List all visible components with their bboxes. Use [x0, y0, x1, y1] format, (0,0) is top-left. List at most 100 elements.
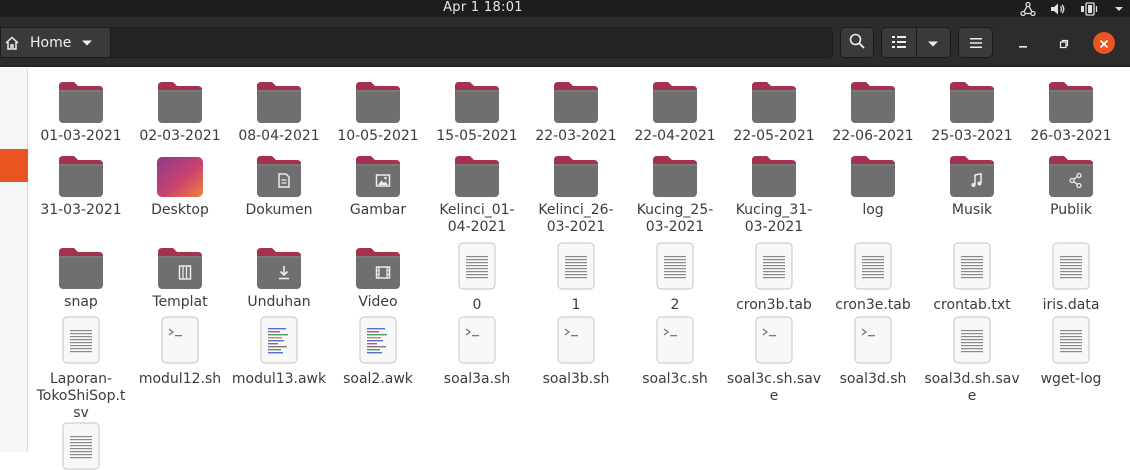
- item-label: 22-03-2021: [535, 128, 617, 144]
- file-item[interactable]: soal3d.sh: [825, 314, 921, 388]
- item-label: Kucing_25-03-2021: [636, 202, 714, 235]
- folder-item[interactable]: Publik: [1023, 148, 1119, 219]
- folder-item[interactable]: Kucing_25-03-2021: [627, 148, 723, 236]
- item-label: soal2.awk: [343, 371, 413, 387]
- folder-item[interactable]: Kelinci_26-03-2021: [528, 148, 624, 236]
- file-item[interactable]: modul12.sh: [132, 314, 228, 388]
- folder-item[interactable]: Musik: [924, 148, 1020, 219]
- file-item[interactable]: modul13.awk: [231, 314, 327, 388]
- item-label: 22-04-2021: [634, 128, 716, 144]
- folder-item[interactable]: 08-04-2021: [231, 74, 327, 145]
- folder-item[interactable]: Desktop: [132, 148, 228, 219]
- folder-item[interactable]: 26-03-2021: [1023, 74, 1119, 145]
- public-folder-icon: [1023, 148, 1119, 198]
- folder-item[interactable]: log: [825, 148, 921, 219]
- text-file-icon: [924, 240, 1020, 290]
- folder-icon: [627, 148, 723, 198]
- folder-icon: [1023, 74, 1119, 124]
- file-grid: 01-03-2021 02-03-2021 08-04-2021 10-05-2021…: [0, 0, 1130, 470]
- file-item[interactable]: 0: [429, 240, 525, 314]
- file-item[interactable]: cron3b.tab: [726, 240, 822, 314]
- file-item[interactable]: cron3e.tab: [825, 240, 921, 314]
- shell-script-icon: [627, 314, 723, 364]
- item-label: log: [862, 202, 884, 218]
- item-label: soal3c.sh.save: [726, 371, 822, 404]
- folder-item[interactable]: Templat: [132, 240, 228, 311]
- folder-item[interactable]: Kelinci_01-04-2021: [429, 148, 525, 236]
- folder-icon: [33, 148, 129, 198]
- text-file-icon: [825, 240, 921, 290]
- item-label: 2: [670, 297, 680, 313]
- item-label: 31-03-2021: [40, 202, 122, 218]
- item-label: 02-03-2021: [139, 128, 221, 144]
- text-file-icon: [33, 420, 129, 470]
- folder-item[interactable]: 01-03-2021: [33, 74, 129, 145]
- folder-item[interactable]: Gambar: [330, 148, 426, 219]
- item-label: 01-03-2021: [40, 128, 122, 144]
- file-item[interactable]: soal3d.sh.save: [924, 314, 1020, 405]
- item-label: soal3c.sh: [642, 371, 708, 387]
- folder-item[interactable]: 22-04-2021: [627, 74, 723, 145]
- file-item[interactable]: soal3c.sh.save: [726, 314, 822, 405]
- item-label: Templat: [152, 294, 208, 310]
- file-item[interactable]: soal3c.sh: [627, 314, 723, 388]
- item-label: Desktop: [151, 202, 209, 218]
- text-file-icon: [429, 240, 525, 290]
- item-label: Publik: [1050, 202, 1092, 218]
- item-label: 1: [571, 297, 581, 313]
- item-label: modul12.sh: [138, 371, 222, 387]
- item-label: 10-05-2021: [337, 128, 419, 144]
- folder-icon: [132, 74, 228, 124]
- file-item[interactable]: soal3b.sh: [528, 314, 624, 388]
- item-label: 08-04-2021: [238, 128, 320, 144]
- folder-item[interactable]: 25-03-2021: [924, 74, 1020, 145]
- item-label: snap: [64, 294, 98, 310]
- item-label: crontab.txt: [933, 297, 1011, 313]
- file-item[interactable]: crontab.txt: [924, 240, 1020, 314]
- folder-item[interactable]: Unduhan: [231, 240, 327, 311]
- shell-script-icon: [825, 314, 921, 364]
- folder-icon: [429, 74, 525, 124]
- folder-icon: [33, 74, 129, 124]
- folder-item[interactable]: 22-05-2021: [726, 74, 822, 145]
- item-label: 22-06-2021: [832, 128, 914, 144]
- text-file-icon: [627, 240, 723, 290]
- folder-item[interactable]: Dokumen: [231, 148, 327, 219]
- file-item[interactable]: [33, 420, 129, 470]
- folder-icon: [627, 74, 723, 124]
- folder-item[interactable]: 02-03-2021: [132, 74, 228, 145]
- folder-icon: [33, 240, 129, 290]
- item-label: Video: [358, 294, 398, 310]
- file-item[interactable]: soal2.awk: [330, 314, 426, 388]
- text-file-icon: [1023, 314, 1119, 364]
- music-folder-icon: [924, 148, 1020, 198]
- file-item[interactable]: soal3a.sh: [429, 314, 525, 388]
- item-label: 0: [472, 297, 482, 313]
- item-label: 22-05-2021: [733, 128, 815, 144]
- file-item[interactable]: iris.data: [1023, 240, 1119, 314]
- folder-item[interactable]: 15-05-2021: [429, 74, 525, 145]
- folder-icon: [825, 74, 921, 124]
- text-file-icon: [924, 314, 1020, 364]
- folder-item[interactable]: 22-06-2021: [825, 74, 921, 145]
- file-item[interactable]: 2: [627, 240, 723, 314]
- file-item[interactable]: Laporan-TokoShiSop.tsv: [33, 314, 129, 422]
- item-label: iris.data: [1042, 297, 1100, 313]
- item-label: Kelinci_01-04-2021: [439, 202, 515, 235]
- folder-icon: [330, 74, 426, 124]
- folder-item[interactable]: snap: [33, 240, 129, 311]
- item-label: Gambar: [349, 202, 407, 218]
- desktop-folder-icon: [132, 148, 228, 198]
- folder-item[interactable]: 10-05-2021: [330, 74, 426, 145]
- item-label: soal3d.sh.save: [924, 371, 1020, 404]
- folder-item[interactable]: 22-03-2021: [528, 74, 624, 145]
- folder-item[interactable]: Kucing_31-03-2021: [726, 148, 822, 236]
- file-item[interactable]: 1: [528, 240, 624, 314]
- folder-icon: [528, 74, 624, 124]
- folder-item[interactable]: Video: [330, 240, 426, 311]
- folder-item[interactable]: 31-03-2021: [33, 148, 129, 219]
- item-label: wget-log: [1040, 371, 1102, 387]
- templates-folder-icon: [132, 240, 228, 290]
- file-item[interactable]: wget-log: [1023, 314, 1119, 388]
- folder-icon: [231, 74, 327, 124]
